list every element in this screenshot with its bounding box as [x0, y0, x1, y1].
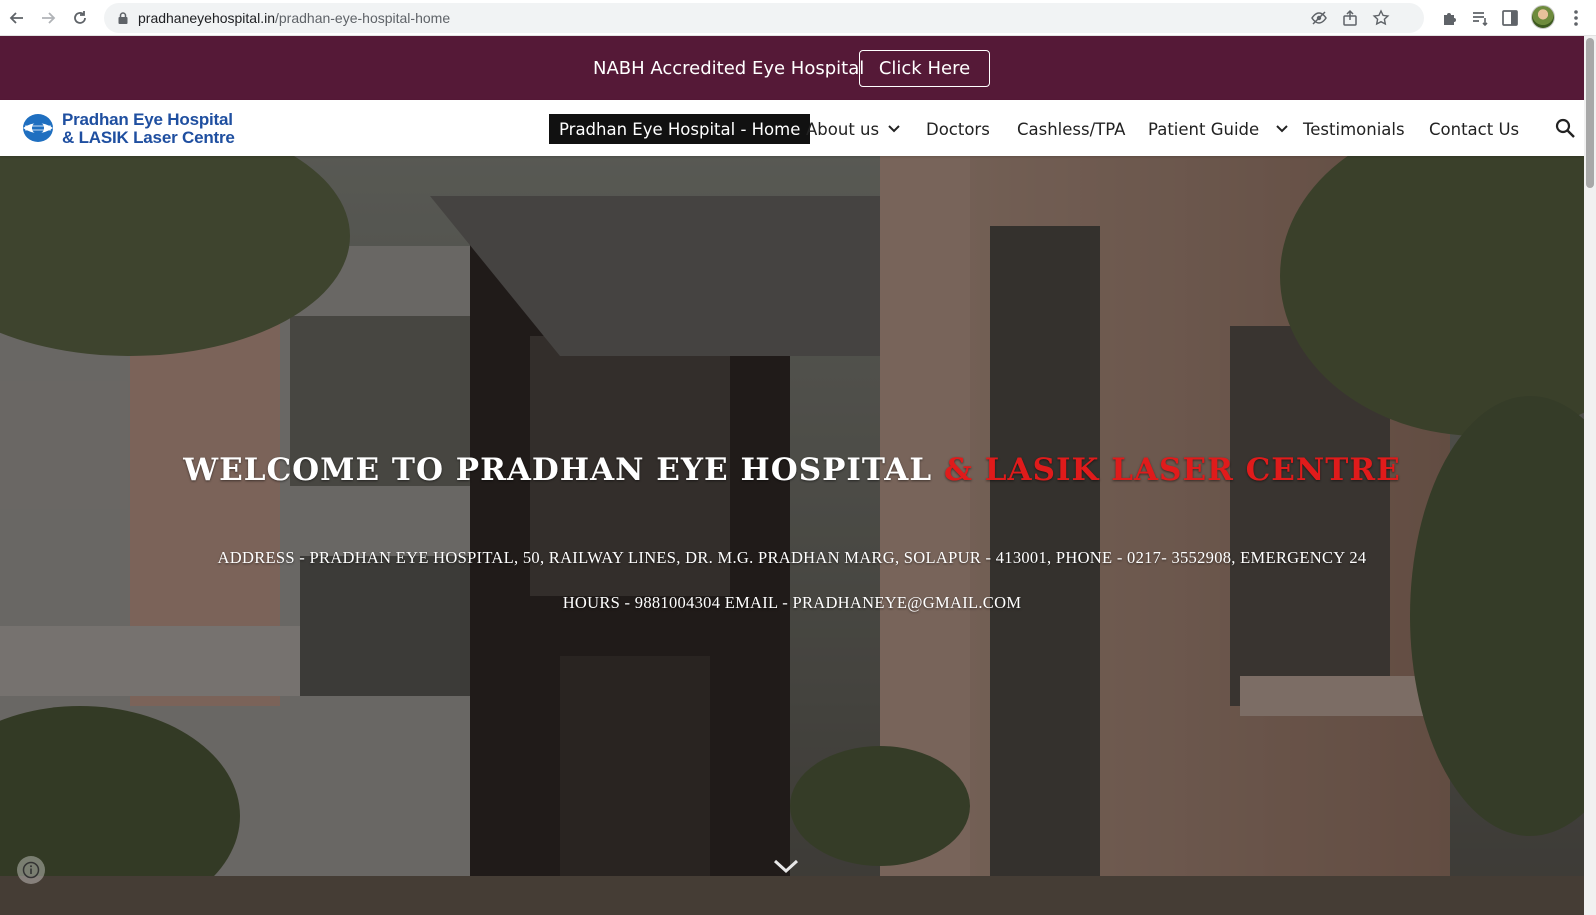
lock-icon[interactable] — [116, 11, 130, 25]
chevron-down-icon[interactable] — [887, 122, 901, 136]
scrollbar-thumb[interactable] — [1586, 38, 1594, 188]
browser-toolbar: pradhaneyehospital.in/pradhan-eye-hospit… — [0, 0, 1596, 36]
url-text[interactable]: pradhaneyehospital.in/pradhan-eye-hospit… — [138, 10, 450, 26]
eye-off-icon[interactable] — [1310, 9, 1328, 27]
more-vert-icon[interactable] — [1566, 8, 1586, 28]
logo-line1: Pradhan Eye Hospital — [62, 110, 233, 129]
click-here-button[interactable]: Click Here — [859, 50, 990, 87]
hero-overlay — [0, 156, 1584, 915]
search-icon[interactable] — [1554, 117, 1576, 139]
page-scrollbar[interactable] — [1584, 36, 1596, 915]
side-panel-icon[interactable] — [1500, 8, 1520, 28]
back-arrow-icon[interactable] — [5, 6, 29, 30]
url-host: pradhaneyehospital.in — [138, 10, 275, 26]
chevron-down-icon[interactable] — [1275, 122, 1289, 136]
hero-title-white: WELCOME TO PRADHAN EYE HOSPITAL — [183, 452, 944, 488]
bookmark-star-icon[interactable] — [1372, 9, 1390, 27]
announcement-banner: NABH Accredited Eye Hospital Click Here — [0, 36, 1584, 100]
nav-home[interactable]: Pradhan Eye Hospital - Home — [549, 114, 811, 144]
info-icon[interactable] — [17, 856, 45, 884]
eye-logo-icon — [23, 114, 53, 142]
hero-section: WELCOME TO PRADHAN EYE HOSPITAL & LASIK … — [0, 156, 1584, 915]
reading-list-icon[interactable] — [1470, 8, 1490, 28]
nav-doctors[interactable]: Doctors — [926, 114, 990, 144]
address-bar[interactable]: pradhaneyehospital.in/pradhan-eye-hospit… — [104, 3, 1424, 33]
reload-icon[interactable] — [68, 6, 92, 30]
profile-avatar[interactable] — [1531, 5, 1555, 29]
nav-contact-us[interactable]: Contact Us — [1429, 114, 1519, 144]
url-path: /pradhan-eye-hospital-home — [275, 10, 451, 26]
extensions-puzzle-icon[interactable] — [1440, 8, 1460, 28]
forward-arrow-icon[interactable] — [36, 6, 60, 30]
web-page: NABH Accredited Eye Hospital Click Here … — [0, 36, 1584, 915]
scroll-down-chevron-icon[interactable] — [772, 856, 800, 876]
hero-title-red: & LASIK LASER CENTRE — [943, 452, 1401, 488]
nav-cashless-tpa[interactable]: Cashless/TPA — [1017, 114, 1125, 144]
banner-text: NABH Accredited Eye Hospital — [593, 58, 865, 79]
share-icon[interactable] — [1341, 9, 1359, 27]
site-header: Pradhan Eye Hospital & LASIK Laser Centr… — [0, 100, 1584, 156]
logo-line2: & LASIK Laser Centre — [62, 128, 235, 147]
hero-title: WELCOME TO PRADHAN EYE HOSPITAL & LASIK … — [0, 452, 1584, 488]
nav-about-us[interactable]: About us — [806, 114, 879, 144]
address-line-2: HOURS - 9881004304 EMAIL - PRADHANEYE@GM… — [562, 593, 1022, 612]
address-line-1: ADDRESS - PRADHAN EYE HOSPITAL, 50, RAIL… — [217, 548, 1367, 567]
nav-patient-guide[interactable]: Patient Guide — [1148, 114, 1259, 144]
site-logo[interactable]: Pradhan Eye Hospital & LASIK Laser Centr… — [22, 109, 242, 147]
nav-testimonials[interactable]: Testimonials — [1303, 114, 1405, 144]
